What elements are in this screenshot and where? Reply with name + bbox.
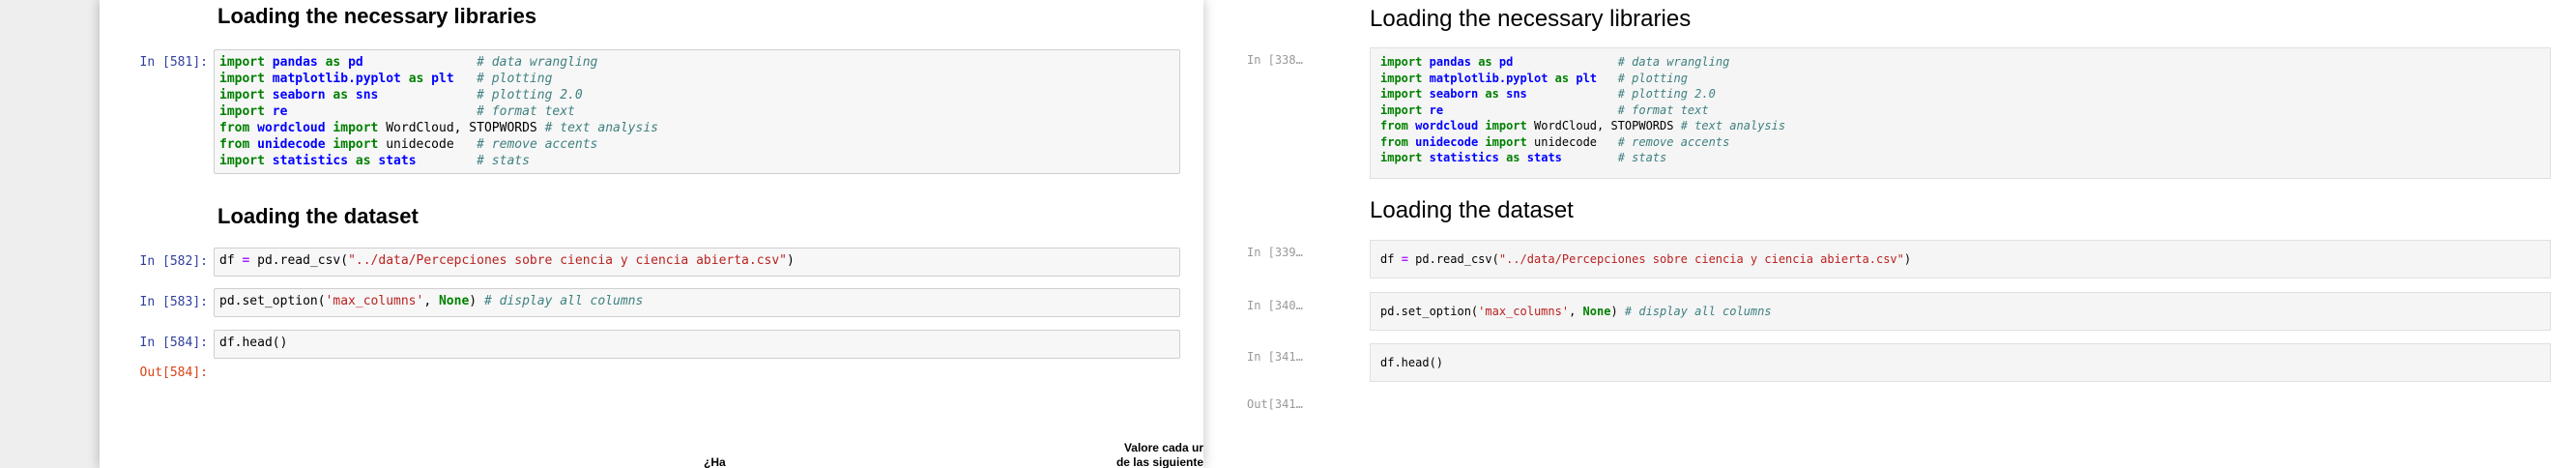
heading-libraries: Loading the necessary libraries xyxy=(1370,6,1692,32)
code-cell-set-option[interactable]: pd.set_option('max_columns', None) # dis… xyxy=(1370,292,2551,331)
code-cell-read-csv[interactable]: df = pd.read_csv("../data/Percepciones s… xyxy=(214,248,1180,277)
input-prompt: In [583]: xyxy=(139,295,208,309)
input-prompt: In [340… xyxy=(1247,299,1303,312)
input-prompt: In [582]: xyxy=(139,254,208,269)
code-line: import re # format text xyxy=(219,104,575,119)
heading-dataset: Loading the dataset xyxy=(1370,197,1574,223)
heading-dataset: Loading the dataset xyxy=(217,204,419,228)
input-prompt: In [338… xyxy=(1247,53,1303,67)
code-line: import seaborn as sns # plotting 2.0 xyxy=(1380,87,1716,101)
code-cell-read-csv[interactable]: df = pd.read_csv("../data/Percepciones s… xyxy=(1370,240,2551,278)
code-line: df.head() xyxy=(1380,356,1444,369)
table-header-fragment: Valore cada ur de las siguiente xyxy=(1115,441,1203,468)
code-line: import matplotlib.pyplot as plt # plotti… xyxy=(219,72,553,86)
code-line: from wordcloud import WordCloud, STOPWOR… xyxy=(1380,119,1786,132)
code-cell-head[interactable]: df.head() xyxy=(214,330,1180,359)
code-line: pd.set_option('max_columns', None) # dis… xyxy=(219,294,644,308)
code-line: import pandas as pd # data wrangling xyxy=(219,55,598,70)
code-cell-imports[interactable]: import pandas as pd # data wrangling impo… xyxy=(214,49,1180,174)
code-line: from wordcloud import WordCloud, STOPWOR… xyxy=(219,121,658,135)
input-prompt: In [581]: xyxy=(139,55,208,70)
code-line: import matplotlib.pyplot as plt # plotti… xyxy=(1380,71,1688,85)
input-prompt: In [341… xyxy=(1247,350,1303,364)
code-line: df.head() xyxy=(219,336,288,350)
input-prompt: In [339… xyxy=(1247,246,1303,259)
code-line: import pandas as pd # data wrangling xyxy=(1380,55,1730,69)
lab-notebook-panel[interactable]: Loading the necessary libraries In [338…… xyxy=(1203,0,2576,468)
code-line: pd.set_option('max_columns', None) # dis… xyxy=(1380,305,1772,318)
output-prompt: Out[584]: xyxy=(139,366,208,380)
code-line: df = pd.read_csv("../data/Percepciones s… xyxy=(219,253,795,268)
output-prompt: Out[341… xyxy=(1247,397,1303,411)
code-line: df = pd.read_csv("../data/Percepciones s… xyxy=(1380,252,1912,266)
classic-notebook-panel[interactable]: Loading the necessary libraries In [581]… xyxy=(100,0,1203,468)
input-prompt: In [584]: xyxy=(139,336,208,350)
code-cell-imports[interactable]: import pandas as pd # data wrangling impo… xyxy=(1370,47,2551,179)
code-line: import statistics as stats # stats xyxy=(1380,151,1667,164)
code-line: from unidecode import unidecode # remove… xyxy=(219,137,598,152)
table-header-fragment: ¿Ha xyxy=(704,455,726,468)
code-line: import statistics as stats # stats xyxy=(219,154,530,168)
code-cell-set-option[interactable]: pd.set_option('max_columns', None) # dis… xyxy=(214,288,1180,317)
code-line: from unidecode import unidecode # remove… xyxy=(1380,134,1730,149)
code-line: import seaborn as sns # plotting 2.0 xyxy=(219,88,583,102)
code-line: import re # format text xyxy=(1380,102,1709,117)
heading-libraries: Loading the necessary libraries xyxy=(217,4,537,28)
code-cell-head[interactable]: df.head() xyxy=(1370,343,2551,382)
